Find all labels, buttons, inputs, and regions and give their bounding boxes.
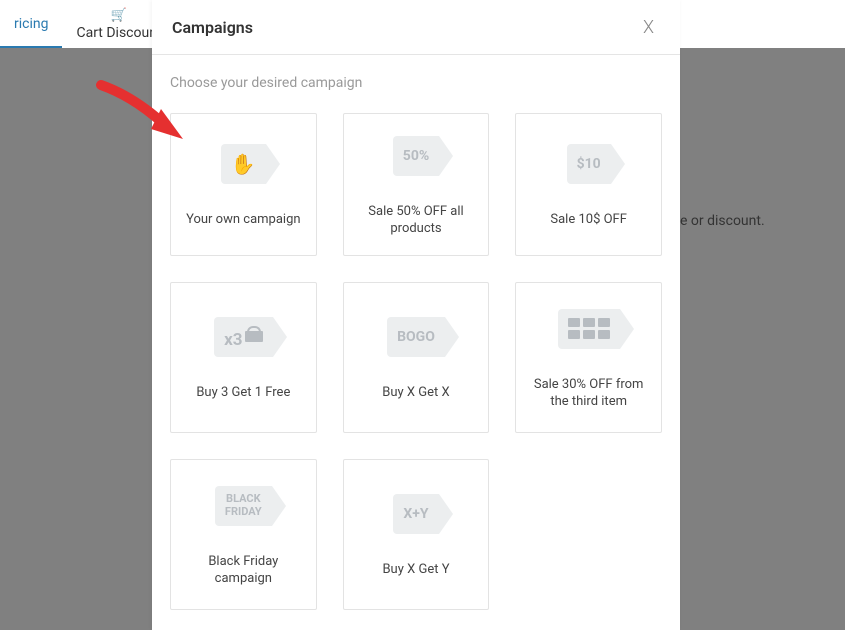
percent-icon: 50% <box>393 136 439 176</box>
gift-icon: x3 <box>214 317 272 357</box>
campaign-grid: ✋ Your own campaign 50% Sale 50% OFF all… <box>170 113 662 610</box>
campaign-label-own: Your own campaign <box>186 212 300 229</box>
campaign-label-ten: Sale 10$ OFF <box>550 212 627 229</box>
background-hint-text: e or discount. <box>680 213 765 229</box>
grid-icon <box>558 309 620 349</box>
blackfriday-icon: BLACK FRIDAY <box>215 486 272 526</box>
dollar-icon: $10 <box>567 144 611 184</box>
campaign-label-xygetY: Buy X Get Y <box>382 562 449 579</box>
campaign-card-bogo[interactable]: BOGO Buy X Get X <box>343 282 490 433</box>
campaign-card-thirty[interactable]: Sale 30% OFF from the third item <box>515 282 662 433</box>
campaign-card-ten[interactable]: $10 Sale 10$ OFF <box>515 113 662 256</box>
xplusy-icon: X+Y <box>393 494 438 534</box>
hand-icon: ✋ <box>221 144 266 184</box>
campaign-card-blackfriday[interactable]: BLACK FRIDAY Black Friday campaign <box>170 459 317 610</box>
modal-body: Choose your desired campaign ✋ Your own … <box>152 55 680 630</box>
modal-header: Campaigns X <box>152 0 680 55</box>
campaign-label-bogo: Buy X Get X <box>382 385 449 402</box>
close-button[interactable]: X <box>637 13 660 42</box>
close-icon: X <box>643 17 654 38</box>
tab-pricing[interactable]: ricing <box>0 0 62 48</box>
campaign-card-xygetY[interactable]: X+Y Buy X Get Y <box>343 459 490 610</box>
campaign-label-blackfriday: Black Friday campaign <box>181 554 306 588</box>
campaign-card-buy3[interactable]: x3 Buy 3 Get 1 Free <box>170 282 317 433</box>
modal-title: Campaigns <box>172 18 253 37</box>
bogo-icon: BOGO <box>387 317 445 357</box>
tab-pricing-label: ricing <box>14 16 48 32</box>
campaign-label-thirty: Sale 30% OFF from the third item <box>526 377 651 411</box>
cart-icon: 🛒 <box>111 8 127 23</box>
campaign-label-fifty: Sale 50% OFF all products <box>354 204 479 238</box>
campaign-card-fifty[interactable]: 50% Sale 50% OFF all products <box>343 113 490 256</box>
campaign-label-buy3: Buy 3 Get 1 Free <box>196 385 290 402</box>
modal-subtitle: Choose your desired campaign <box>170 75 662 91</box>
tab-cart-discount-label: Cart Discount <box>76 25 161 41</box>
campaign-card-own[interactable]: ✋ Your own campaign <box>170 113 317 256</box>
campaigns-modal: Campaigns X Choose your desired campaign… <box>152 0 680 630</box>
